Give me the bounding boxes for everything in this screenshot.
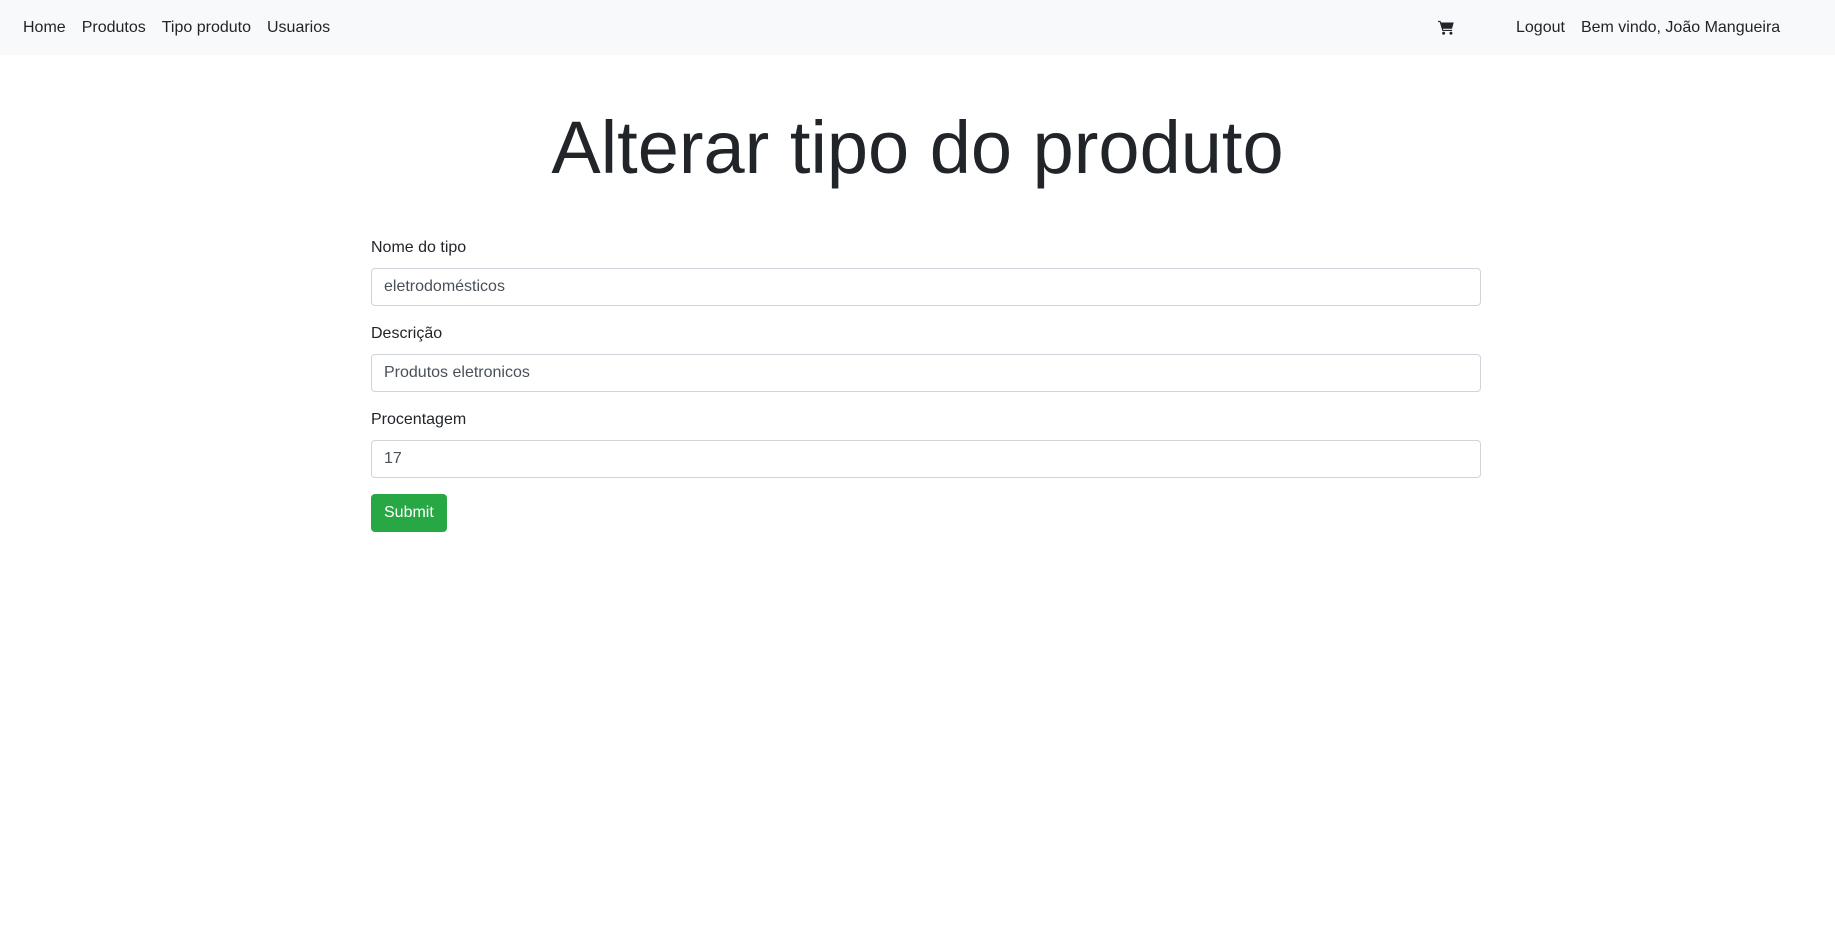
nav-link-tipo-produto[interactable]: Tipo produto <box>162 19 251 37</box>
porcentagem-input[interactable] <box>371 440 1481 478</box>
cart-icon-graphic <box>1438 20 1454 35</box>
navbar: Home Produtos Tipo produto Usuarios Logo… <box>0 0 1835 55</box>
welcome-text: Bem vindo, João Mangueira <box>1580 18 1781 36</box>
nome-input[interactable] <box>371 268 1481 306</box>
nav-link-usuarios[interactable]: Usuarios <box>267 19 330 37</box>
nav-links: Home Produtos Tipo produto Usuarios <box>23 0 346 55</box>
field-nome-group: Nome do tipo <box>371 236 1481 306</box>
nav-link-produtos[interactable]: Produtos <box>82 19 146 37</box>
nav-link-home[interactable]: Home <box>23 19 66 37</box>
nome-label: Nome do tipo <box>371 239 467 256</box>
field-porcentagem-group: Procentagem <box>371 408 1481 478</box>
product-type-form: Nome do tipo Descrição Procentagem Submi… <box>371 236 1481 532</box>
cart-icon[interactable] <box>1438 18 1456 36</box>
logout-link[interactable]: Logout <box>1516 19 1565 37</box>
porcentagem-label: Procentagem <box>371 411 467 428</box>
page-title: Alterar tipo do produto <box>551 106 1284 189</box>
field-descricao-group: Descrição <box>371 322 1481 392</box>
descricao-input[interactable] <box>371 354 1481 392</box>
descricao-label: Descrição <box>371 325 443 342</box>
nav-user-area: Logout Bem vindo, João Mangueira <box>1516 0 1780 55</box>
submit-button[interactable]: Submit <box>371 494 447 532</box>
